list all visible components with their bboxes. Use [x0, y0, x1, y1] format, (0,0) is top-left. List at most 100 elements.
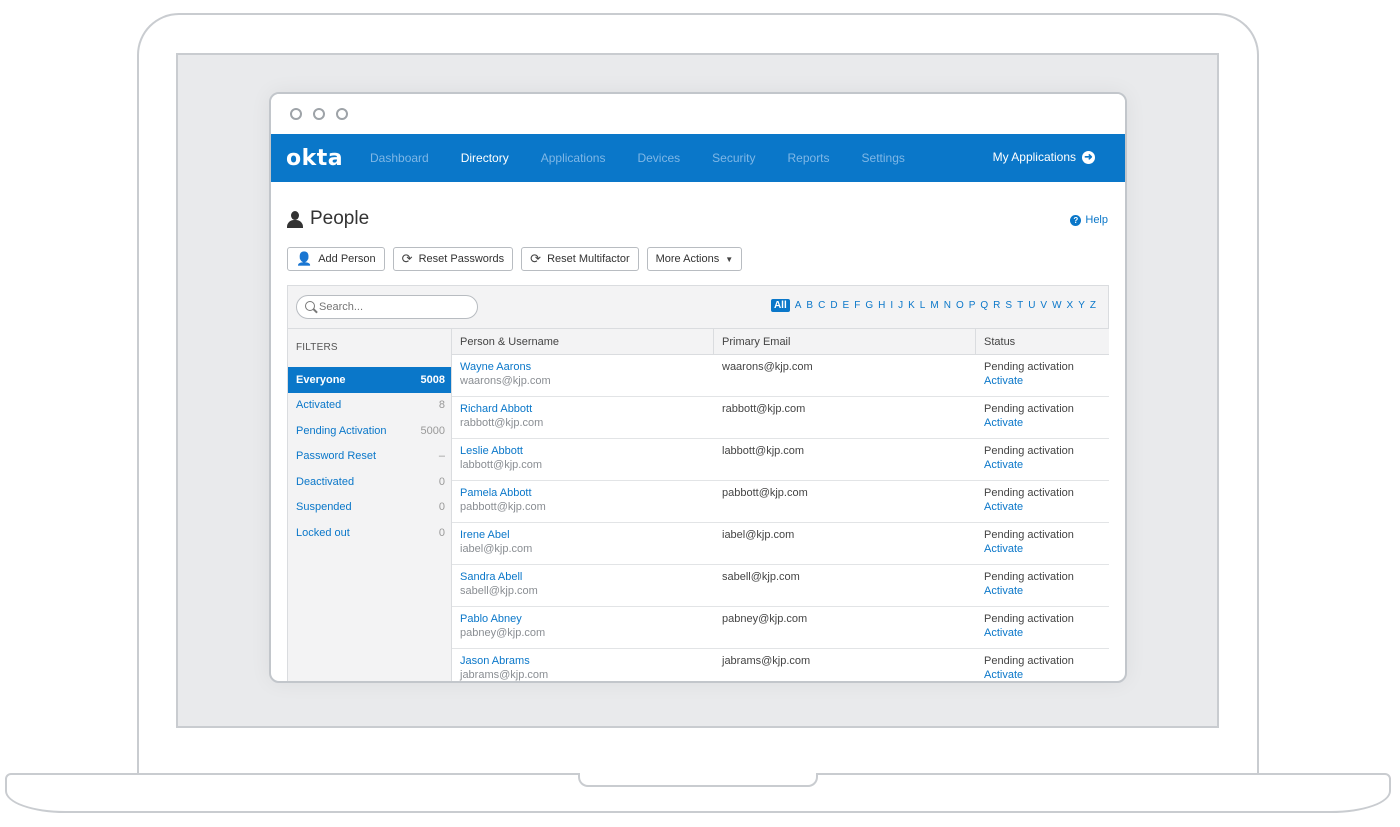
person-cell: Wayne Aarons waarons@kjp.com: [452, 355, 714, 396]
help-link[interactable]: ? Help: [1070, 214, 1108, 226]
alphabet-letter-f[interactable]: F: [854, 300, 860, 312]
alphabet-letter-k[interactable]: K: [908, 300, 915, 312]
status-cell: Pending activation Activate: [976, 481, 1109, 522]
person-name-link[interactable]: Pamela Abbott: [460, 486, 714, 500]
table-row[interactable]: Leslie Abbott labbott@kjp.com labbott@kjp.…: [452, 439, 1109, 481]
filter-count: 0: [438, 501, 445, 514]
my-applications-link[interactable]: My Applications ➜: [993, 150, 1095, 164]
nav-devices[interactable]: Devices: [637, 151, 680, 165]
alphabet-letter-z[interactable]: Z: [1090, 300, 1096, 312]
filter-label: Pending Activation: [296, 424, 387, 437]
filter-label: Locked out: [296, 526, 350, 539]
alphabet-all[interactable]: All: [770, 299, 790, 312]
table-row[interactable]: Richard Abbott rabbott@kjp.com rabbott@kjp…: [452, 397, 1109, 439]
activate-link[interactable]: Activate: [984, 458, 1109, 472]
activate-link[interactable]: Activate: [984, 584, 1109, 598]
nav-settings[interactable]: Settings: [862, 151, 905, 165]
primary-email: sabell@kjp.com: [722, 571, 800, 583]
person-username: iabel@kjp.com: [460, 543, 533, 555]
window-maximize-button[interactable]: [336, 108, 348, 120]
activate-link[interactable]: Activate: [984, 626, 1109, 640]
alphabet-letter-i[interactable]: I: [890, 300, 893, 312]
alphabet-letter-j[interactable]: J: [898, 300, 903, 312]
status-cell: Pending activation Activate: [976, 565, 1109, 606]
primary-email: pabbott@kjp.com: [722, 487, 808, 499]
alphabet-letter-b[interactable]: B: [806, 300, 813, 312]
status-text: Pending activation: [984, 571, 1074, 583]
reset-passwords-button[interactable]: ⟳ Reset Passwords: [392, 247, 514, 271]
person-name-link[interactable]: Pablo Abney: [460, 612, 714, 626]
nav-applications[interactable]: Applications: [541, 151, 606, 165]
person-name-link[interactable]: Irene Abel: [460, 528, 714, 542]
alphabet-letter-m[interactable]: M: [930, 300, 938, 312]
alphabet-letter-l[interactable]: L: [920, 300, 926, 312]
person-name-link[interactable]: Wayne Aarons: [460, 360, 714, 374]
person-name-link[interactable]: Leslie Abbott: [460, 444, 714, 458]
refresh-icon: ⟳: [401, 251, 413, 266]
status-text: Pending activation: [984, 529, 1074, 541]
alphabet-letter-o[interactable]: O: [956, 300, 964, 312]
activate-link[interactable]: Activate: [984, 500, 1109, 514]
alphabet-letter-e[interactable]: E: [843, 300, 850, 312]
primary-email: waarons@kjp.com: [722, 361, 813, 373]
filter-count: 0: [438, 526, 445, 539]
column-header-person[interactable]: Person & Username: [452, 329, 714, 354]
activate-link[interactable]: Activate: [984, 542, 1109, 556]
alphabet-letter-d[interactable]: D: [830, 300, 837, 312]
okta-logo[interactable]: okta: [286, 146, 370, 171]
alphabet-filter: All A B C D E F G H I J K L M N O P Q R S T U V W X Y Z: [770, 299, 1096, 312]
alphabet-letter-t[interactable]: T: [1017, 300, 1023, 312]
table-row[interactable]: Wayne Aarons waarons@kjp.com waarons@kjp.c…: [452, 355, 1109, 397]
table-row[interactable]: Jason Abrams jabrams@kjp.com jabrams@kjp.c…: [452, 649, 1109, 681]
alphabet-letter-v[interactable]: V: [1040, 300, 1047, 312]
person-name-link[interactable]: Sandra Abell: [460, 570, 714, 584]
alphabet-letter-u[interactable]: U: [1028, 300, 1035, 312]
filter-item[interactable]: Locked out 0: [288, 520, 451, 546]
alphabet-letter-c[interactable]: C: [818, 300, 825, 312]
alphabet-letter-h[interactable]: H: [878, 300, 885, 312]
table-row[interactable]: Irene Abel iabel@kjp.com iabel@kjp.com Pend…: [452, 523, 1109, 565]
alphabet-letter-n[interactable]: N: [944, 300, 951, 312]
nav-dashboard[interactable]: Dashboard: [370, 151, 429, 165]
table-row[interactable]: Sandra Abell sabell@kjp.com sabell@kjp.com…: [452, 565, 1109, 607]
alphabet-letter-a[interactable]: A: [795, 300, 802, 312]
more-actions-dropdown[interactable]: More Actions ▼: [646, 247, 743, 271]
column-header-email[interactable]: Primary Email: [714, 329, 976, 354]
alphabet-letter-q[interactable]: Q: [980, 300, 988, 312]
filter-item[interactable]: Suspended 0: [288, 495, 451, 521]
alphabet-letter-w[interactable]: W: [1052, 300, 1061, 312]
window-minimize-button[interactable]: [313, 108, 325, 120]
person-name-link[interactable]: Jason Abrams: [460, 654, 714, 668]
alphabet-letter-y[interactable]: Y: [1078, 300, 1085, 312]
table-row[interactable]: Pamela Abbott pabbott@kjp.com pabbott@kjp.…: [452, 481, 1109, 523]
reset-multifactor-button[interactable]: ⟳ Reset Multifactor: [521, 247, 639, 271]
activate-link[interactable]: Activate: [984, 374, 1109, 388]
person-icon: [287, 210, 303, 228]
search-input[interactable]: [296, 295, 478, 319]
alphabet-letter-g[interactable]: G: [865, 300, 873, 312]
person-cell: Irene Abel iabel@kjp.com: [452, 523, 714, 564]
activate-link[interactable]: Activate: [984, 668, 1109, 681]
status-text: Pending activation: [984, 403, 1074, 415]
alphabet-letter-r[interactable]: R: [993, 300, 1000, 312]
filter-item[interactable]: Everyone 5008: [288, 367, 451, 393]
filter-item[interactable]: Password Reset –: [288, 444, 451, 470]
activate-link[interactable]: Activate: [984, 416, 1109, 430]
window-close-button[interactable]: [290, 108, 302, 120]
person-name-link[interactable]: Richard Abbott: [460, 402, 714, 416]
table-row[interactable]: Pablo Abney pabney@kjp.com pabney@kjp.com P…: [452, 607, 1109, 649]
filters-sidebar: FILTERS Everyone 5008 Activated 8 Pending Ac…: [288, 328, 452, 681]
nav-security[interactable]: Security: [712, 151, 755, 165]
column-header-status[interactable]: Status: [976, 329, 1109, 354]
filter-item[interactable]: Activated 8: [288, 393, 451, 419]
nav-directory[interactable]: Directory: [461, 151, 509, 165]
add-person-button[interactable]: 👤 Add Person: [287, 247, 385, 271]
nav-reports[interactable]: Reports: [788, 151, 830, 165]
reset-multifactor-label: Reset Multifactor: [547, 253, 630, 265]
alphabet-letter-x[interactable]: X: [1067, 300, 1074, 312]
filter-item[interactable]: Pending Activation 5000: [288, 418, 451, 444]
status-cell: Pending activation Activate: [976, 607, 1109, 648]
alphabet-letter-s[interactable]: S: [1005, 300, 1012, 312]
filter-item[interactable]: Deactivated 0: [288, 469, 451, 495]
alphabet-letter-p[interactable]: P: [969, 300, 976, 312]
